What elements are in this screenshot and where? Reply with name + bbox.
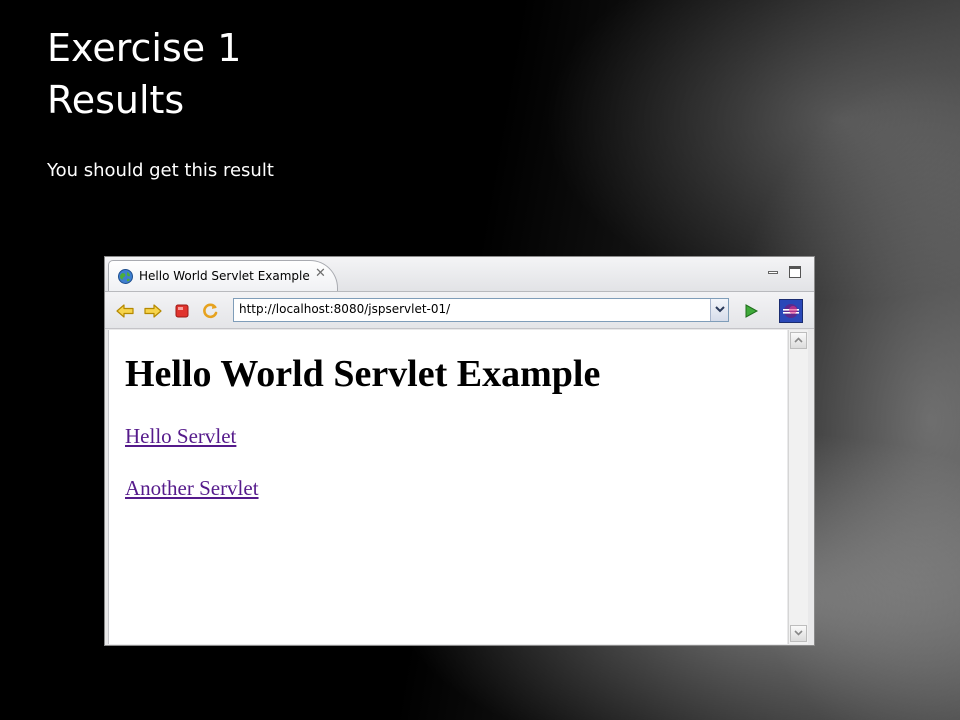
back-arrow-icon[interactable] (115, 301, 135, 321)
go-icon[interactable] (741, 301, 761, 321)
eclipse-icon[interactable] (779, 299, 803, 323)
scroll-down-button[interactable] (790, 625, 807, 642)
maximize-icon[interactable] (789, 266, 801, 278)
url-dropdown-button[interactable] (710, 299, 728, 321)
minimize-icon[interactable] (767, 266, 779, 278)
page-content: Hello World Servlet Example Hello Servle… (108, 330, 787, 644)
vertical-scrollbar[interactable] (788, 330, 808, 644)
tab-bar: Hello World Servlet Example ✕ (105, 257, 814, 292)
slide-subtitle: You should get this result (47, 160, 274, 181)
close-tab-icon[interactable]: ✕ (315, 266, 326, 281)
hello-servlet-link[interactable]: Hello Servlet (125, 424, 236, 449)
browser-toolbar: http://localhost:8080/jspservlet-01/ (105, 292, 814, 329)
forward-arrow-icon[interactable] (143, 301, 163, 321)
slide-title-line-1: Exercise 1 (47, 26, 242, 70)
url-text: http://localhost:8080/jspservlet-01/ (239, 302, 451, 316)
stop-icon[interactable] (172, 301, 192, 321)
chevron-up-icon (794, 337, 803, 343)
chevron-down-icon (715, 306, 725, 313)
slide-title-line-2: Results (47, 78, 185, 122)
tab-title: Hello World Servlet Example (139, 269, 310, 283)
scroll-up-button[interactable] (790, 332, 807, 349)
globe-icon (118, 269, 133, 284)
chevron-down-icon (794, 630, 803, 636)
tab-hello-world[interactable]: Hello World Servlet Example ✕ (108, 260, 338, 291)
refresh-icon[interactable] (200, 301, 220, 321)
url-input[interactable]: http://localhost:8080/jspservlet-01/ (233, 298, 729, 322)
slide-title: Exercise 1 Results (47, 22, 241, 126)
browser-window: Hello World Servlet Example ✕ http://loc… (104, 256, 815, 646)
page-heading: Hello World Servlet Example (125, 353, 601, 395)
another-servlet-link[interactable]: Another Servlet (125, 476, 259, 501)
